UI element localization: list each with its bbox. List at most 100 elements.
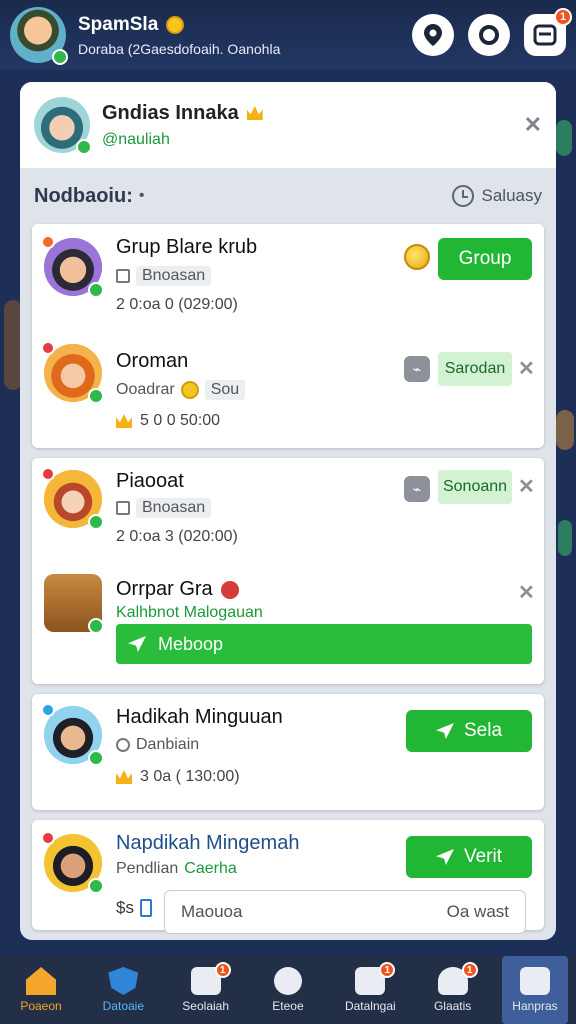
- online-indicator-icon: [88, 514, 104, 530]
- sun-icon: [180, 381, 199, 399]
- friend-meta-text: 5 0 0 50:00: [140, 412, 221, 429]
- send-icon: [435, 723, 454, 739]
- send-button[interactable]: Sela: [406, 710, 532, 752]
- online-indicator-icon: [52, 49, 68, 65]
- remove-button[interactable]: ✕: [518, 474, 535, 499]
- friend-avatar: [41, 235, 104, 298]
- profile-avatar[interactable]: [34, 97, 92, 155]
- friend-status: Kalhbnot Malogauan: [116, 604, 263, 621]
- crown-icon: [246, 106, 263, 120]
- send-button-label: Sela: [463, 720, 503, 741]
- inbox-button[interactable]: 1: [524, 8, 572, 56]
- rank-icon: [41, 831, 55, 845]
- friend-status-text: Danbiain: [136, 736, 200, 753]
- home-icon: [26, 967, 56, 995]
- section-action[interactable]: Saluasy: [451, 185, 542, 207]
- coin-icon: [166, 15, 185, 34]
- location-pin-icon: [424, 24, 442, 46]
- nav-label: Eteoe: [272, 999, 304, 1013]
- target-icon: [273, 967, 302, 995]
- friend-meta-text: 3 0a ( 130:00): [140, 768, 240, 785]
- notification-badge: 1: [554, 8, 572, 26]
- status-icon: [116, 738, 130, 752]
- friend-name: Hadikah Minguuan: [116, 706, 283, 728]
- friend-avatar: [41, 467, 104, 530]
- profile-name: Gndias Innaka: [102, 101, 239, 124]
- friend-name: Orrpar Gra: [116, 578, 239, 601]
- rank-icon: [41, 703, 55, 717]
- remove-button[interactable]: ✕: [518, 580, 535, 605]
- nav-events[interactable]: Eteoe: [255, 956, 321, 1024]
- friend-status-chip: Sou: [204, 380, 246, 400]
- send-icon: [128, 636, 146, 652]
- request-button[interactable]: Sarodan: [438, 352, 512, 386]
- app-title: SpamSla: [78, 13, 159, 35]
- friend-status: Danbiain: [116, 736, 199, 754]
- profile-handle: @nauliah: [102, 130, 170, 148]
- verify-button[interactable]: Verit: [406, 836, 532, 878]
- alert-icon: [220, 580, 239, 599]
- user-avatar[interactable]: [10, 7, 68, 65]
- nav-datalink[interactable]: 1 Datalngai: [337, 956, 403, 1024]
- nav-label: Glaatis: [433, 999, 472, 1013]
- request-button[interactable]: Sonoann: [438, 470, 512, 504]
- background-decoration: [556, 410, 574, 450]
- group-button[interactable]: Group: [438, 238, 532, 280]
- crown-icon: [116, 414, 132, 428]
- nav-label: Hanpras: [512, 999, 558, 1013]
- message-button[interactable]: Meboop: [116, 624, 532, 664]
- nav-data[interactable]: Datoaie: [90, 956, 156, 1024]
- friends-panel: Gndias Innaka @nauliah ✕ Nodbaoiu: • Sal…: [20, 82, 556, 940]
- online-indicator-icon: [88, 618, 104, 634]
- top-bar: SpamSla Doraba (2Gaesdofoaih. Oanohla 1: [0, 0, 576, 70]
- friend-card: Piaooat Bnoasan 2 0:oa 3 (020:00) ⌁ Sono…: [32, 458, 544, 684]
- clipboard-icon: [139, 899, 152, 917]
- section-header: Nodbaoiu: • Saluasy: [34, 184, 542, 207]
- friend-status-text: Bnoasan: [136, 266, 212, 286]
- friend-name-text: Orrpar Gra: [116, 578, 213, 600]
- note-prefix-text: $s: [116, 898, 134, 917]
- nav-glaatis[interactable]: 1 Glaatis: [420, 956, 486, 1024]
- nav-badge: 1: [461, 962, 478, 978]
- note-prefix: $s: [116, 898, 152, 918]
- note-input[interactable]: Maouoa Oa wast: [164, 890, 526, 934]
- nav-label: Datalngai: [344, 999, 396, 1013]
- location-button[interactable]: [412, 14, 454, 56]
- nav-badge: 1: [214, 962, 231, 978]
- friend-meta: 5 0 0 50:00: [116, 412, 220, 430]
- list-item[interactable]: Hadikah Minguuan Danbiain 3 0a ( 130:00)…: [32, 694, 544, 810]
- nav-home[interactable]: Poaeon: [8, 956, 74, 1024]
- note-right-text: Oa wast: [446, 902, 509, 921]
- close-panel-button[interactable]: ✕: [524, 112, 542, 138]
- shield-icon: [108, 967, 139, 995]
- nav-label: Seolaiah: [182, 999, 230, 1013]
- settings-button[interactable]: [468, 14, 510, 56]
- list-item[interactable]: Grup Blare krub Bnoasan 2 0:oa 0 (029:00…: [32, 224, 544, 336]
- background-decoration: [556, 120, 572, 156]
- send-icon: [435, 849, 454, 865]
- bottom-nav: Poaeon Datoaie 1 Seolaiah Eteoe 1 Dataln…: [0, 956, 576, 1024]
- online-indicator-icon: [88, 878, 104, 894]
- list-item[interactable]: Oroman Ooadrar Sou 5 0 0 50:00 ⌁ Sarodan…: [32, 336, 544, 448]
- friend-meta: 2 0:oa 3 (020:00): [116, 528, 238, 545]
- nav-label: Poaeon: [20, 999, 62, 1013]
- friend-meta: 3 0a ( 130:00): [116, 768, 240, 786]
- remove-button[interactable]: ✕: [518, 356, 535, 381]
- nav-social[interactable]: 1 Seolaiah: [173, 956, 239, 1024]
- section-title: Nodbaoiu:: [34, 184, 133, 207]
- link-icon[interactable]: ⌁: [404, 476, 430, 502]
- note-placeholder: Maouoa: [181, 902, 243, 921]
- background-decoration: [558, 520, 572, 556]
- link-icon[interactable]: ⌁: [404, 356, 430, 382]
- rank-icon: [41, 235, 55, 249]
- list-item[interactable]: Orrpar Gra Kalhbnot Malogauan ✕ Meboop: [32, 568, 544, 684]
- box-icon: [116, 269, 130, 283]
- friend-status-text: Ooadrar: [116, 381, 175, 398]
- nav-compose[interactable]: Hanpras: [501, 956, 568, 1024]
- list-item[interactable]: Piaooat Bnoasan 2 0:oa 3 (020:00) ⌁ Sono…: [32, 458, 544, 568]
- friend-name: Oroman: [116, 350, 189, 372]
- game-icon: [44, 574, 104, 634]
- friend-name: Napdikah Mingemah: [116, 832, 300, 854]
- nav-badge: 1: [379, 962, 396, 978]
- inbox-icon: [533, 24, 557, 46]
